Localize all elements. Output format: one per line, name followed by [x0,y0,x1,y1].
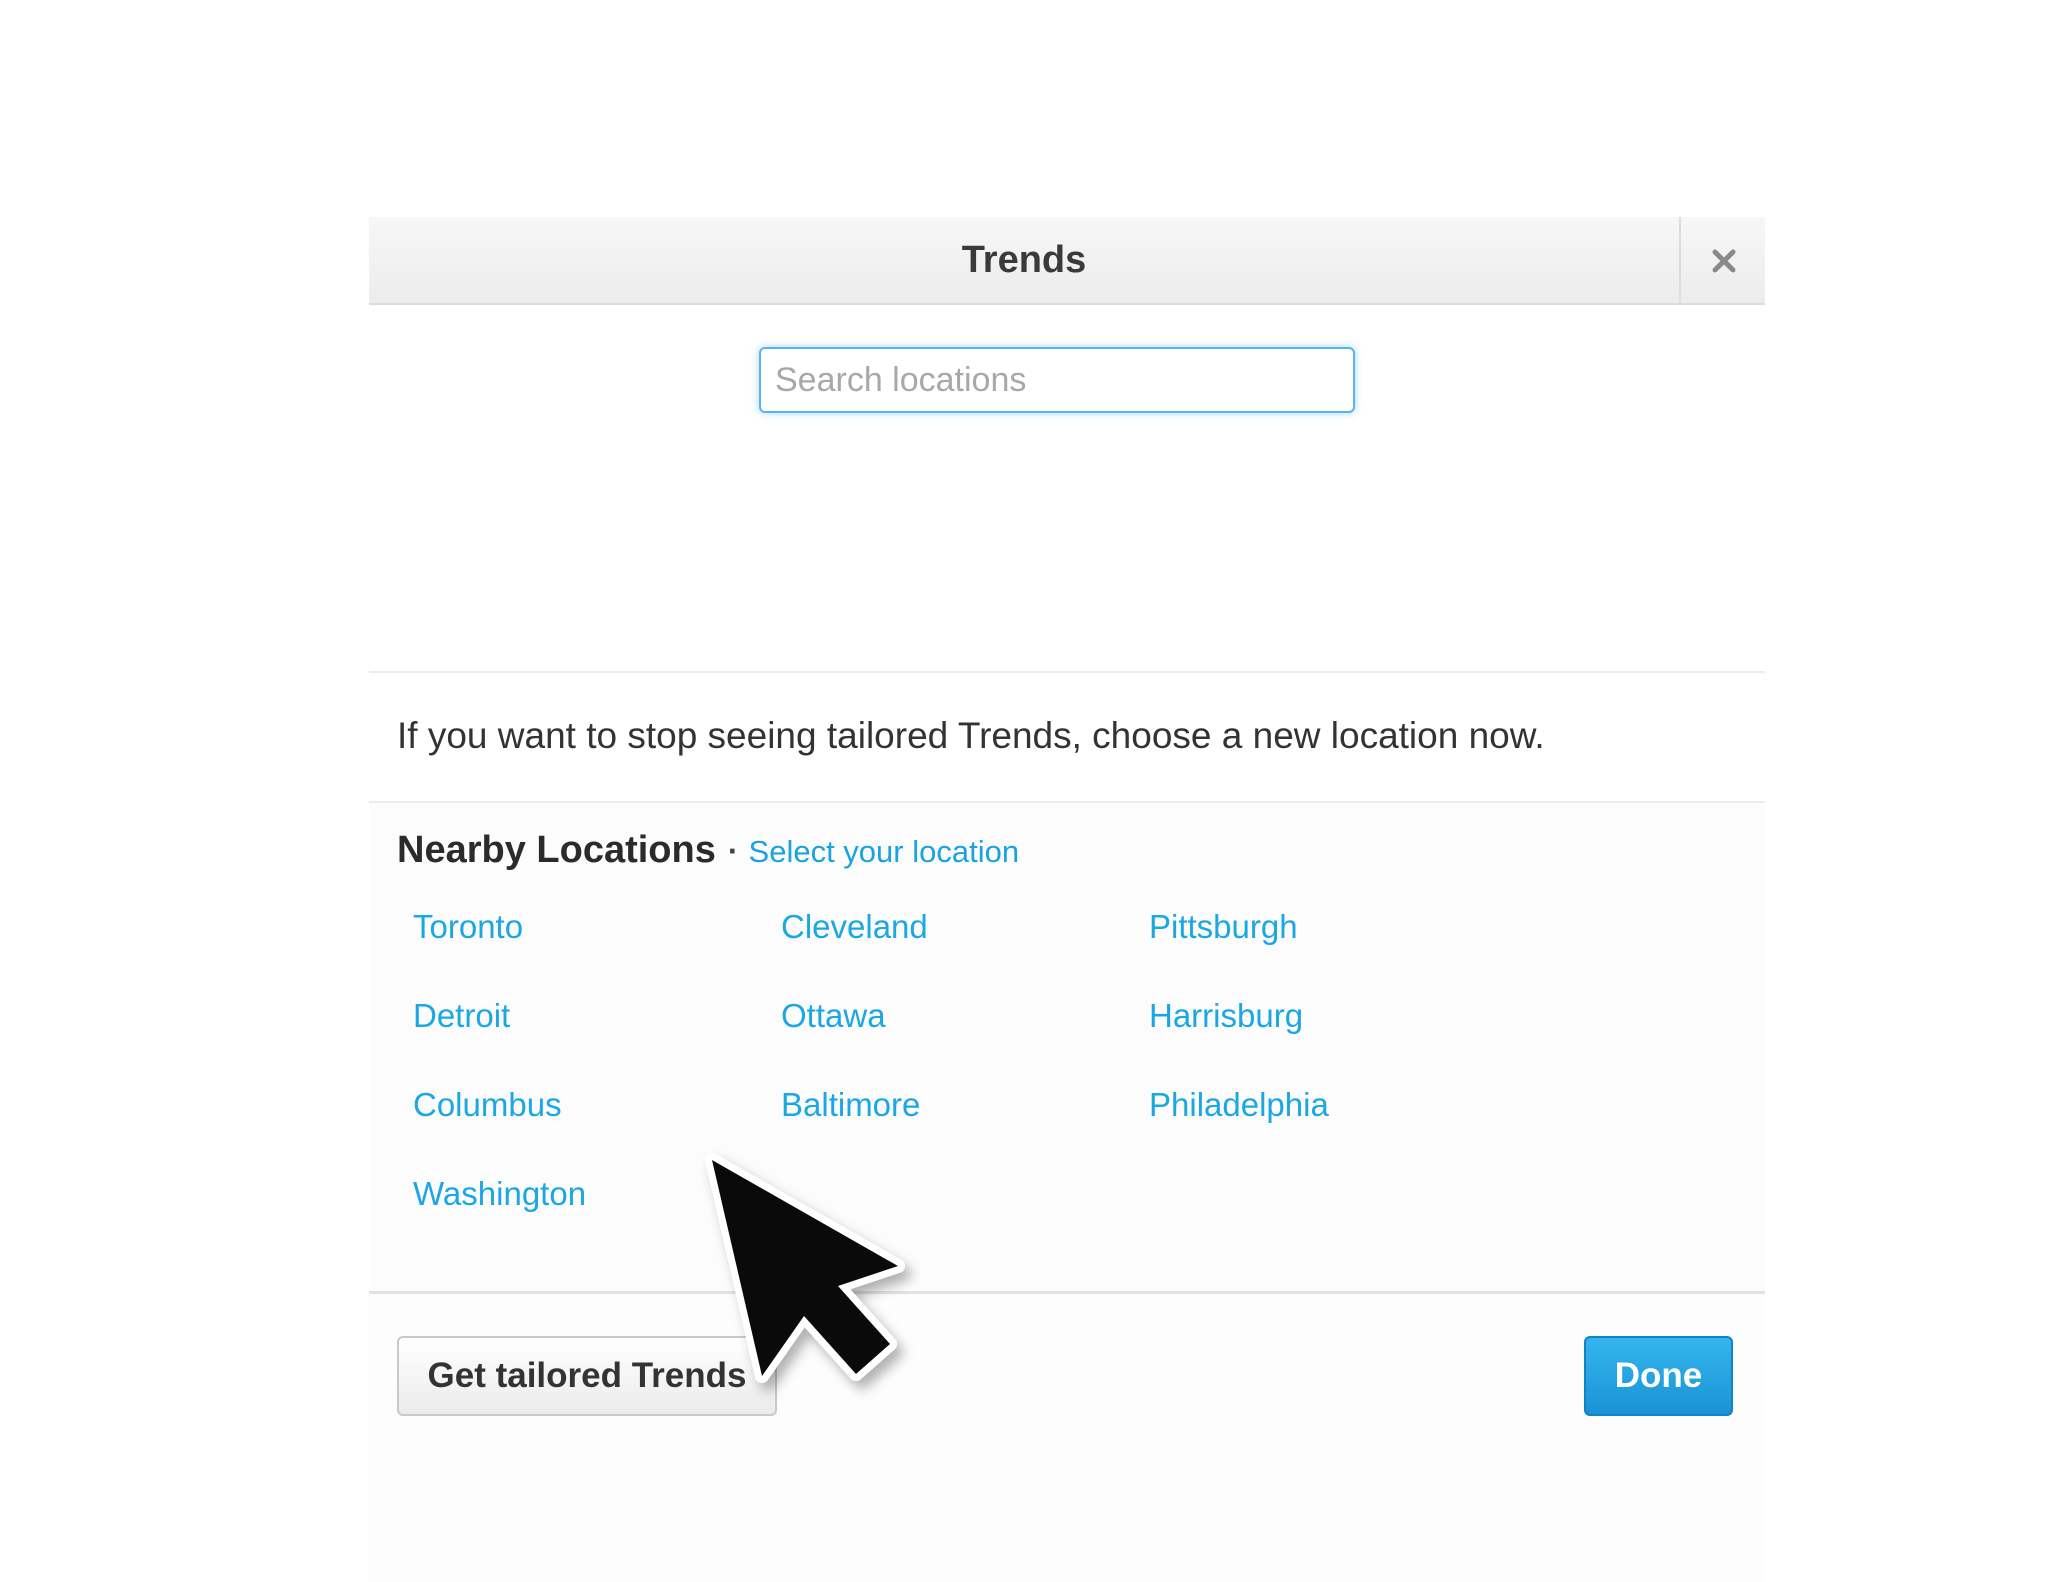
location-link[interactable]: Ottawa [781,997,886,1035]
mouse-pointer-icon [700,1148,920,1413]
heading-separator: · [727,833,739,869]
search-input[interactable] [759,347,1355,413]
dialog-footer: Get tailored Trends Done [369,1294,1765,1416]
screen: Trends If you want to stop seeing tailor… [0,0,2048,1582]
location-link[interactable]: Detroit [413,997,510,1035]
dialog-header: Trends [369,217,1765,305]
info-section: If you want to stop seeing tailored Tren… [369,675,1765,803]
location-link[interactable]: Washington [413,1175,586,1213]
done-button[interactable]: Done [1584,1336,1733,1416]
nearby-heading-row: Nearby Locations · Select your location [397,829,1019,872]
location-link[interactable]: Columbus [413,1086,562,1124]
info-text: If you want to stop seeing tailored Tren… [397,715,1545,756]
trends-dialog: Trends If you want to stop seeing tailor… [369,217,1765,1582]
location-link[interactable]: Harrisburg [1149,997,1303,1035]
close-icon [1712,249,1736,273]
close-button[interactable] [1679,217,1765,303]
nearby-heading: Nearby Locations [397,829,716,871]
location-link[interactable]: Baltimore [781,1086,920,1124]
locations-section: Nearby Locations · Select your location To… [369,803,1765,1294]
location-link[interactable]: Cleveland [781,908,928,946]
location-link[interactable]: Toronto [413,908,523,946]
location-link[interactable]: Pittsburgh [1149,908,1298,946]
select-location-link[interactable]: Select your location [749,834,1020,869]
dialog-title: Trends [961,239,1087,281]
location-link[interactable]: Philadelphia [1149,1086,1329,1124]
